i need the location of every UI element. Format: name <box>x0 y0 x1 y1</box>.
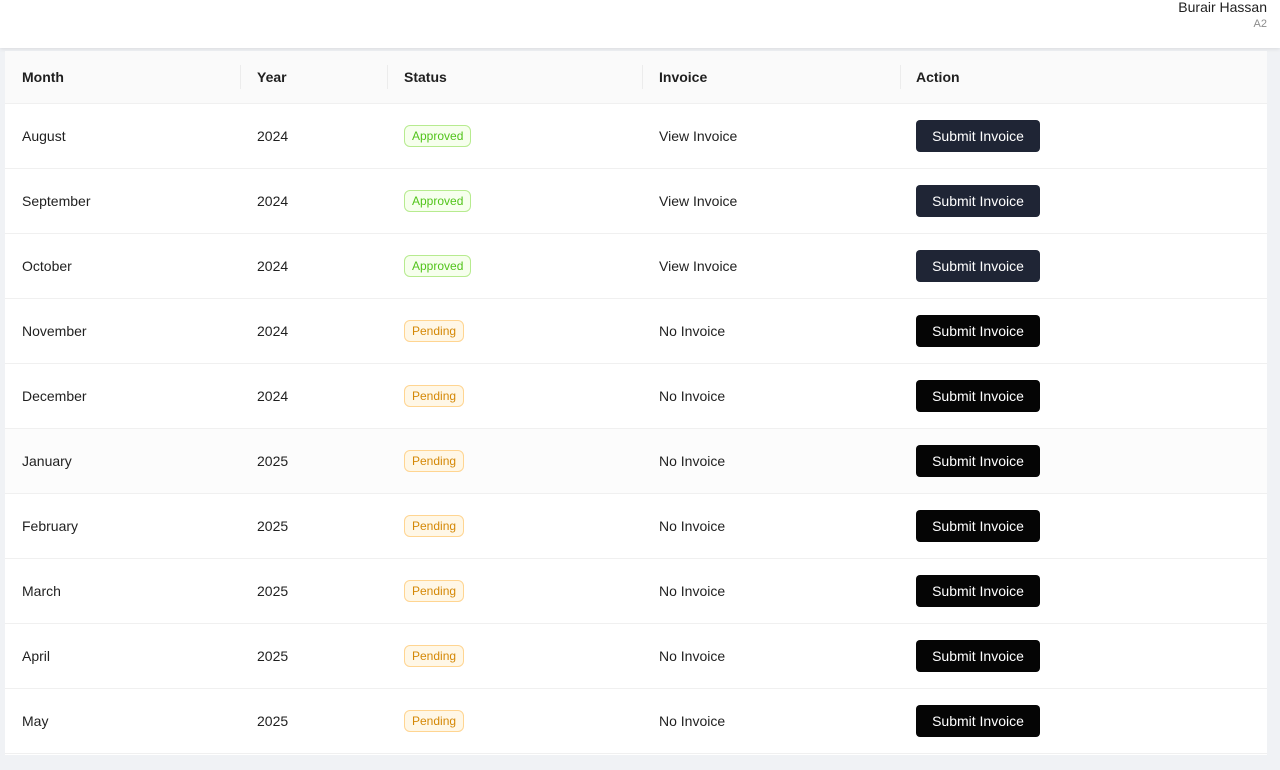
cell-year: 2025 <box>257 713 289 729</box>
cell-month: December <box>22 388 87 404</box>
table-row: February 2025 Pending No Invoice Submit Invo… <box>5 494 1267 559</box>
cell-month: October <box>22 258 72 274</box>
user-name: Burair Hassan <box>1178 0 1267 15</box>
cell-month: September <box>22 193 91 209</box>
cell-month: November <box>22 323 87 339</box>
no-invoice-text: No Invoice <box>659 648 726 664</box>
table-row: November 2024 Pending No Invoice Submit Invo… <box>5 299 1267 364</box>
column-divider <box>900 65 901 89</box>
user-subtitle: A2 <box>1253 18 1267 30</box>
cell-status: Approved <box>404 169 472 233</box>
status-badge: Approved <box>404 125 472 148</box>
table-row: May 2025 Pending No Invoice Submit Invoice <box>5 689 1267 754</box>
status-badge: Approved <box>404 190 472 213</box>
cell-status: Pending <box>404 299 465 363</box>
cell-status: Pending <box>404 429 465 493</box>
status-badge: Pending <box>404 320 465 343</box>
no-invoice-text: No Invoice <box>659 583 726 599</box>
no-invoice-text: No Invoice <box>659 323 726 339</box>
cell-month: May <box>22 713 49 729</box>
table-row: August 2024 Approved View Invoice Submit Inv… <box>5 104 1267 169</box>
view-invoice-link[interactable]: View Invoice <box>659 169 737 233</box>
table-row: January 2025 Pending No Invoice Submit Invoi… <box>5 429 1267 494</box>
submit-invoice-button[interactable]: Submit Invoice <box>916 315 1040 347</box>
cell-month: August <box>22 128 66 144</box>
table-row: September 2024 Approved View Invoice Submit … <box>5 169 1267 234</box>
submit-invoice-button[interactable]: Submit Invoice <box>916 640 1040 672</box>
cell-year: 2025 <box>257 518 289 534</box>
cell-year: 2024 <box>257 128 289 144</box>
table-row: October 2024 Approved View Invoice Submit In… <box>5 234 1267 299</box>
column-header-action: Action <box>916 69 960 85</box>
top-header: Burair Hassan A2 <box>0 0 1280 48</box>
user-profile[interactable]: Burair Hassan A2 <box>1178 0 1267 33</box>
cell-year: 2025 <box>257 583 289 599</box>
column-header-status: Status <box>404 69 447 85</box>
column-header-invoice: Invoice <box>659 69 708 85</box>
cell-year: 2024 <box>257 193 289 209</box>
view-invoice-link[interactable]: View Invoice <box>659 104 737 168</box>
cell-year: 2025 <box>257 453 289 469</box>
column-header-month: Month <box>22 69 64 85</box>
column-divider <box>642 65 643 89</box>
no-invoice-text: No Invoice <box>659 388 726 404</box>
cell-status: Pending <box>404 364 465 428</box>
submit-invoice-button[interactable]: Submit Invoice <box>916 510 1040 542</box>
cell-year: 2024 <box>257 323 289 339</box>
cell-year: 2025 <box>257 648 289 664</box>
status-badge: Pending <box>404 450 465 473</box>
cell-month: January <box>22 453 72 469</box>
table-header: Month Year Status Invoice Action <box>5 51 1267 104</box>
cell-year: 2024 <box>257 388 289 404</box>
cell-status: Pending <box>404 559 465 623</box>
submit-invoice-button[interactable]: Submit Invoice <box>916 185 1040 217</box>
cell-month: February <box>22 518 79 534</box>
cell-year: 2024 <box>257 258 289 274</box>
cell-month: March <box>22 583 61 599</box>
cell-month: April <box>22 648 51 664</box>
view-invoice-link[interactable]: View Invoice <box>659 234 737 298</box>
submit-invoice-button[interactable]: Submit Invoice <box>916 250 1040 282</box>
submit-invoice-button[interactable]: Submit Invoice <box>916 575 1040 607</box>
invoice-table: Month Year Status Invoice Action August 2… <box>5 51 1267 755</box>
table-row: March 2025 Pending No Invoice Submit Invoice <box>5 559 1267 624</box>
column-divider <box>240 65 241 89</box>
status-badge: Pending <box>404 645 465 668</box>
no-invoice-text: No Invoice <box>659 453 726 469</box>
cell-status: Pending <box>404 624 465 688</box>
status-badge: Pending <box>404 515 465 538</box>
status-badge: Approved <box>404 255 472 278</box>
submit-invoice-button[interactable]: Submit Invoice <box>916 705 1040 737</box>
cell-status: Pending <box>404 494 465 558</box>
table-row: December 2024 Pending No Invoice Submit Invo… <box>5 364 1267 429</box>
submit-invoice-button[interactable]: Submit Invoice <box>916 120 1040 152</box>
column-header-year: Year <box>257 69 287 85</box>
cell-status: Pending <box>404 689 465 753</box>
cell-status: Approved <box>404 104 472 168</box>
status-badge: Pending <box>404 710 465 733</box>
column-divider <box>387 65 388 89</box>
table-row: April 2025 Pending No Invoice Submit Invoice <box>5 624 1267 689</box>
submit-invoice-button[interactable]: Submit Invoice <box>916 445 1040 477</box>
status-badge: Pending <box>404 580 465 603</box>
cell-status: Approved <box>404 234 472 298</box>
no-invoice-text: No Invoice <box>659 518 726 534</box>
status-badge: Pending <box>404 385 465 408</box>
no-invoice-text: No Invoice <box>659 713 726 729</box>
submit-invoice-button[interactable]: Submit Invoice <box>916 380 1040 412</box>
